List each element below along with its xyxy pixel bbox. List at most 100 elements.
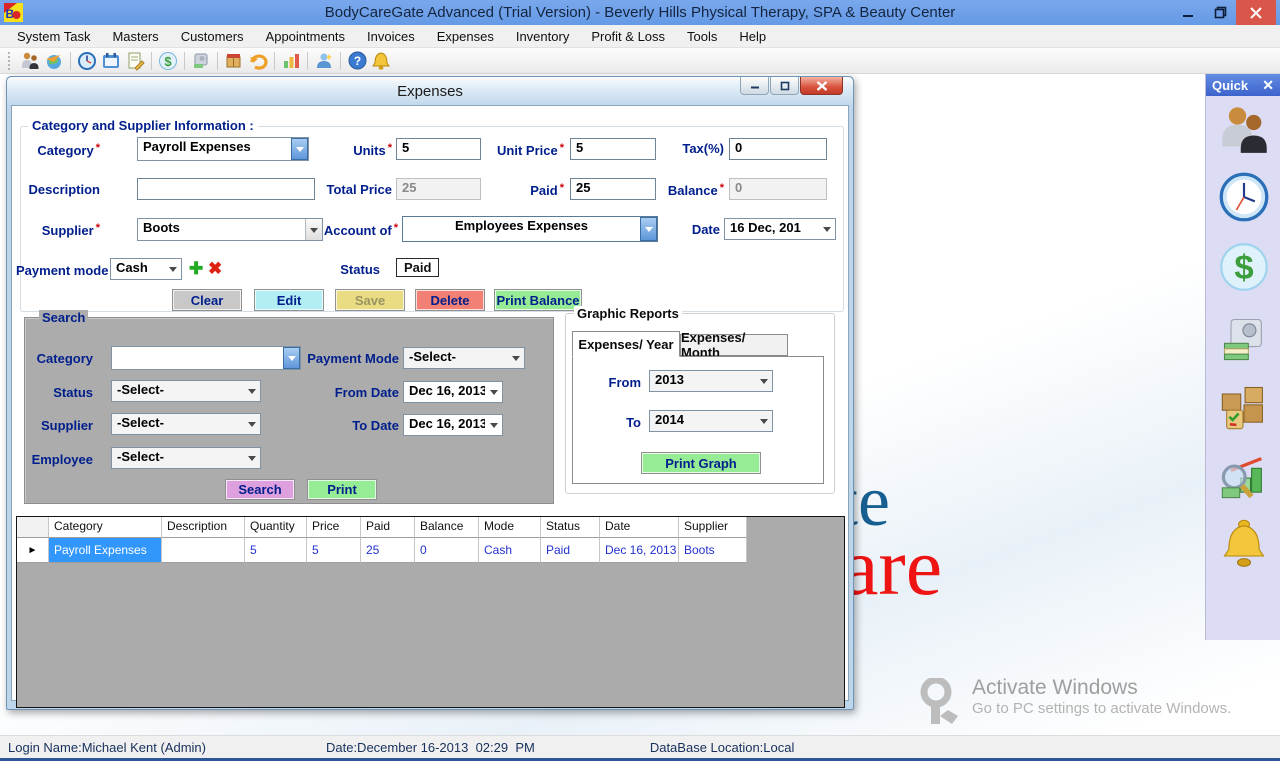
grid-header-paid[interactable]: Paid [361,517,415,538]
account-of-combobox[interactable]: Employees Expenses [402,216,658,242]
undo-icon[interactable] [246,50,270,72]
cell-status[interactable]: Paid [541,538,600,563]
appointments-icon[interactable] [75,50,99,72]
search-employee-combobox[interactable]: -Select- [111,447,261,469]
menu-inventory[interactable]: Inventory [505,27,580,46]
chevron-down-icon[interactable] [485,415,502,435]
menu-help[interactable]: Help [728,27,777,46]
category-combobox[interactable]: Payroll Expenses [137,137,309,161]
grid-header-balance[interactable]: Balance [415,517,479,538]
menu-tools[interactable]: Tools [676,27,728,46]
chevron-down-icon[interactable] [164,259,181,279]
grid-header-description[interactable]: Description [162,517,245,538]
search-to-date-combobox[interactable]: Dec 16, 2013 [403,414,503,436]
reminder-icon[interactable] [369,50,393,72]
clear-button[interactable]: Clear [172,289,242,311]
chevron-down-icon[interactable] [640,217,657,241]
dialog-close-button[interactable] [800,77,843,95]
edit-button[interactable]: Edit [254,289,324,311]
description-field[interactable] [137,178,315,200]
menu-customers[interactable]: Customers [170,27,255,46]
search-print-button[interactable]: Print [307,479,377,500]
chevron-down-icon[interactable] [818,219,835,239]
menu-expenses[interactable]: Expenses [426,27,505,46]
help-icon[interactable]: ? [345,50,369,72]
expenses-dialog-titlebar[interactable]: Expenses [7,77,853,105]
chevron-down-icon[interactable] [755,411,772,431]
menu-profit-loss[interactable]: Profit & Loss [580,27,676,46]
menu-masters[interactable]: Masters [101,27,169,46]
paid-field[interactable]: 25 [570,178,656,200]
quick-inventory-icon[interactable] [1218,380,1270,434]
restore-button[interactable] [1204,0,1236,25]
cell-quantity[interactable]: 5 [245,538,307,563]
close-button[interactable] [1236,0,1276,25]
cell-description[interactable] [162,538,245,563]
cell-category[interactable]: Payroll Expenses [49,538,162,563]
masters-icon[interactable] [42,50,66,72]
minimize-button[interactable] [1172,0,1204,25]
dialog-minimize-button[interactable] [740,77,769,95]
tax-field[interactable]: 0 [729,138,827,160]
print-balance-button[interactable]: Print Balance [494,289,582,311]
chevron-down-icon[interactable] [243,381,260,401]
search-category-combobox[interactable] [111,346,301,370]
unit-price-field[interactable]: 5 [570,138,656,160]
units-field[interactable]: 5 [396,138,481,160]
invoices-icon[interactable] [123,50,147,72]
cell-paid[interactable]: 25 [361,538,415,563]
grid-header-quantity[interactable]: Quantity [245,517,307,538]
payments-icon[interactable]: $ [156,50,180,72]
grid-header-price[interactable]: Price [307,517,361,538]
reports-icon[interactable] [279,50,303,72]
tab-expenses-month[interactable]: Expenses/ Month [680,334,788,356]
cell-mode[interactable]: Cash [479,538,541,563]
grid-header-category[interactable]: Category [49,517,162,538]
date-combobox[interactable]: 16 Dec, 201 [724,218,836,240]
quick-profit-analysis-icon[interactable] [1218,450,1270,504]
menu-appointments[interactable]: Appointments [255,27,357,46]
graph-from-combobox[interactable]: 2013 [649,370,773,392]
grid-data-row[interactable]: ► Payroll Expenses 5 5 25 0 Cash Paid De… [17,538,844,563]
quick-customers-icon[interactable] [1218,102,1270,156]
search-payment-mode-combobox[interactable]: -Select- [403,347,525,369]
search-supplier-combobox[interactable]: -Select- [111,413,261,435]
grid-header-supplier[interactable]: Supplier [679,517,747,538]
dialog-maximize-button[interactable] [770,77,799,95]
chevron-down-icon[interactable] [507,348,524,368]
row-selector-arrow-icon[interactable]: ► [17,538,49,563]
chevron-down-icon[interactable] [485,382,502,402]
cell-supplier[interactable]: Boots [679,538,747,563]
quick-reminder-icon[interactable] [1218,516,1270,570]
tab-expenses-year[interactable]: Expenses/ Year [572,331,680,357]
quick-cash-safe-icon[interactable] [1218,312,1270,366]
search-from-date-combobox[interactable]: Dec 16, 2013 [403,381,503,403]
quick-panel-close-icon[interactable]: ✕ [1262,78,1274,92]
search-button[interactable]: Search [225,479,295,500]
delete-button[interactable]: Delete [415,289,485,311]
deposit-icon[interactable] [189,50,213,72]
grid-header-date[interactable]: Date [600,517,679,538]
chevron-down-icon[interactable] [243,414,260,434]
chevron-down-icon[interactable] [755,371,772,391]
print-graph-button[interactable]: Print Graph [641,452,761,474]
delete-payment-mode-icon[interactable]: ✖ [208,260,222,277]
add-payment-mode-icon[interactable]: ✚ [189,260,203,277]
chevron-down-icon[interactable] [243,448,260,468]
cell-price[interactable]: 5 [307,538,361,563]
user-icon[interactable] [312,50,336,72]
calendar-icon[interactable] [99,50,123,72]
menu-invoices[interactable]: Invoices [356,27,426,46]
cell-date[interactable]: Dec 16, 2013 [600,538,679,563]
supplier-combobox[interactable]: Boots [137,218,323,241]
save-button[interactable]: Save [335,289,405,311]
grid-header-mode[interactable]: Mode [479,517,541,538]
graph-to-combobox[interactable]: 2014 [649,410,773,432]
search-status-combobox[interactable]: -Select- [111,380,261,402]
payment-mode-combobox[interactable]: Cash [110,258,182,280]
cell-balance[interactable]: 0 [415,538,479,563]
chevron-down-icon[interactable] [291,138,308,160]
quick-billing-icon[interactable]: $ [1218,240,1270,294]
grid-header-status[interactable]: Status [541,517,600,538]
expenses-icon[interactable] [222,50,246,72]
